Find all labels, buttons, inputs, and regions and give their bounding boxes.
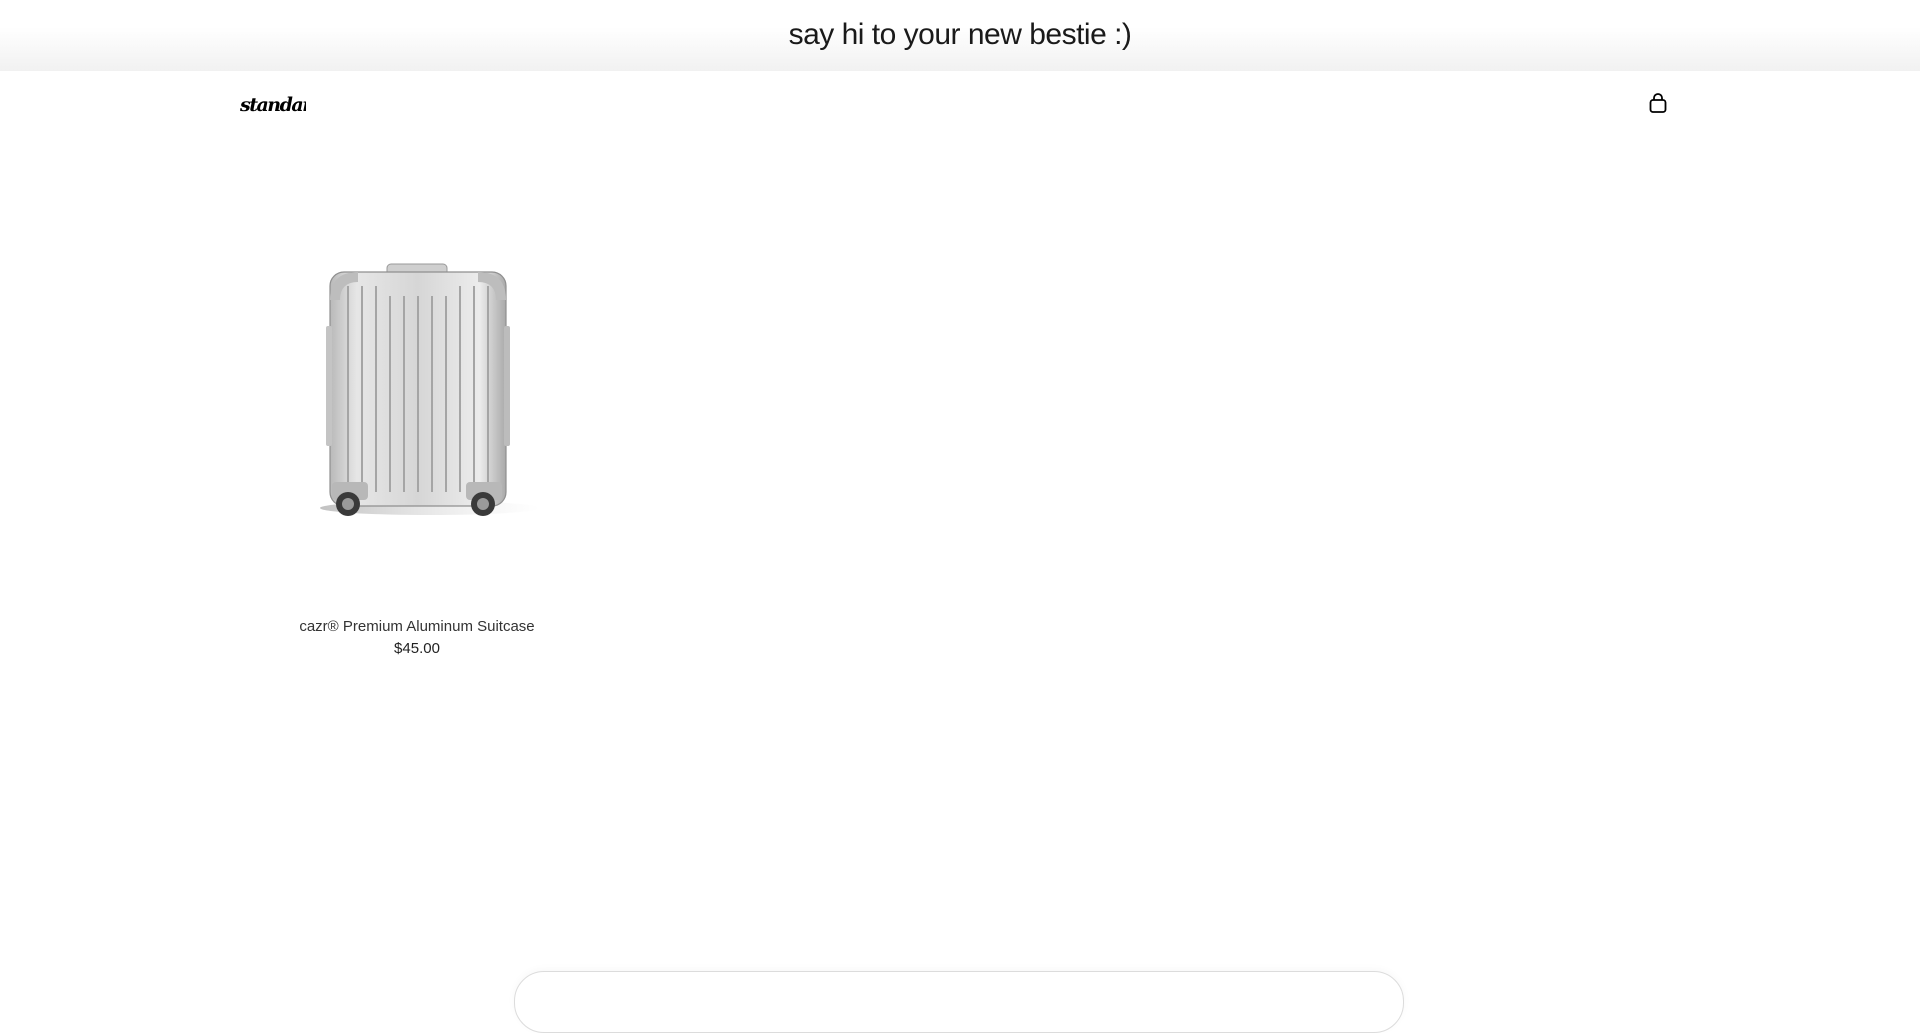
product-card[interactable]: cazr® Premium Aluminum Suitcase $45.00	[240, 186, 594, 666]
site-header: standart	[0, 71, 1920, 137]
bottom-floating-bar[interactable]	[514, 971, 1404, 1033]
product-price: $45.00	[394, 640, 440, 657]
logo-mark: standart	[239, 94, 321, 116]
logo-text: standart	[240, 94, 306, 116]
announcement-text: say hi to your new bestie :)	[788, 18, 1132, 51]
aluminum-suitcase-image	[320, 263, 540, 516]
shopping-bag-icon[interactable]	[1648, 93, 1668, 115]
product-title[interactable]: cazr® Premium Aluminum Suitcase	[240, 618, 594, 635]
announcement-bar: say hi to your new bestie :)	[0, 0, 1920, 71]
logo[interactable]: standart	[239, 93, 321, 117]
product-image[interactable]	[240, 186, 594, 606]
